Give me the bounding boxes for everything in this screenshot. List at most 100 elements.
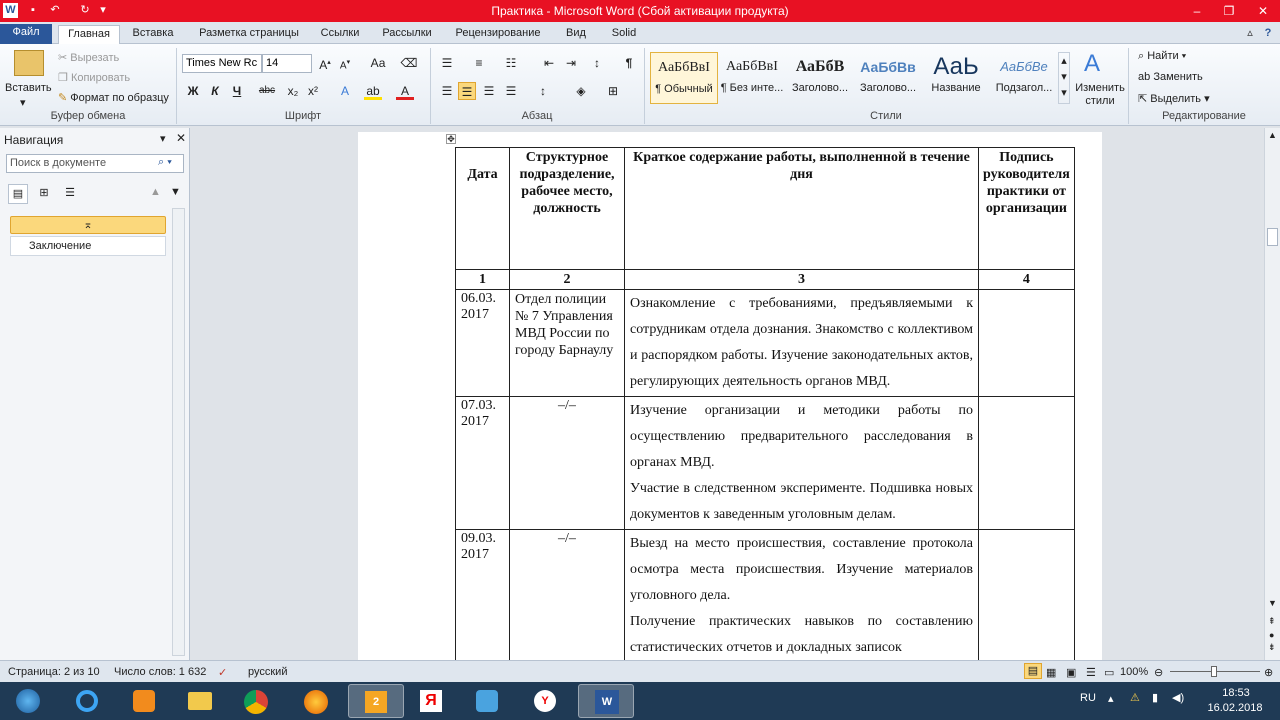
align-right-icon[interactable]: ☰ [480,82,498,100]
zoom-slider-thumb[interactable] [1211,666,1217,677]
row-date[interactable]: 06.03. 2017 [455,289,510,397]
start-button[interactable] [4,684,52,718]
maximize-icon[interactable]: ❐ [1214,0,1244,22]
text-effects-icon[interactable]: A [336,82,354,100]
change-case-button[interactable]: Аа [366,54,390,72]
volume-icon[interactable]: ◀) [1172,691,1184,704]
tab-references[interactable]: Ссылки [314,25,366,44]
style-no-spacing[interactable]: АаБбВвI ¶ Без инте... [718,52,786,104]
italic-button[interactable]: К [206,82,224,100]
row-content[interactable]: Изучение организации и методики работы п… [624,396,979,530]
scroll-down-icon[interactable]: ▼ [1268,598,1277,608]
align-center-icon[interactable]: ☰ [458,82,476,100]
show-hidden-icons[interactable]: ▴ [1108,692,1114,705]
multilevel-list-icon[interactable]: ☷ [502,54,520,72]
search-icon[interactable]: ⌕ ▾ [158,156,172,169]
font-color-icon[interactable]: A [396,82,414,100]
yandex-icon[interactable]: Я [404,684,460,718]
tab-solid[interactable]: Solid [604,25,644,44]
change-styles-icon[interactable]: A [1084,50,1100,78]
previous-icon[interactable]: ▲ [150,186,161,198]
headings-view-icon[interactable]: ▤ [8,184,28,204]
document-scrollbar[interactable]: ▲ ▼ ⇞ ● ⇟ [1264,128,1280,660]
paste-button[interactable]: Вставить [5,82,52,94]
style-subtitle[interactable]: АаБбВе Подзагол... [990,52,1058,104]
proofing-icon[interactable]: ✓ [218,666,227,679]
table-row[interactable]: 06.03. 2017 Отдел полиции № 7 Управления… [455,289,1075,397]
decrease-indent-icon[interactable]: ⇤ [540,54,558,72]
close-icon[interactable]: ✕ [1248,0,1278,22]
browse-object-icon[interactable]: ● [1269,630,1274,640]
justify-icon[interactable]: ☰ [502,82,520,100]
find-button[interactable]: ⌕ Найти ▾ [1138,50,1186,63]
outline-icon[interactable]: ☰ [1086,666,1096,679]
numbering-icon[interactable]: ≡ [470,54,488,72]
tab-page-layout[interactable]: Разметка страницы [190,25,308,44]
paste-dropdown-icon[interactable]: ▾ [20,96,26,109]
clear-formatting-icon[interactable]: ⌫ [400,54,418,72]
highlight-icon[interactable]: ab [364,82,382,100]
page-count[interactable]: Страница: 2 из 10 [8,666,100,678]
increase-indent-icon[interactable]: ⇥ [562,54,580,72]
sort-icon[interactable]: ↕ [588,54,606,72]
row-unit[interactable]: –/– [509,529,625,660]
zoom-out-icon[interactable]: ⊖ [1154,666,1163,679]
table-row[interactable]: 07.03. 2017 –/– Изучение организации и м… [455,396,1075,530]
row-date[interactable]: 09.03. 2017 [455,529,510,660]
row-content[interactable]: Выезд на место происшествия, составление… [624,529,979,660]
font-name-input[interactable]: Times New Rc [182,54,262,73]
shading-icon[interactable]: ◈ [572,82,590,100]
subscript-icon[interactable]: x₂ [284,82,302,100]
notification-icon[interactable]: ⚠ [1130,691,1140,704]
scroll-up-icon[interactable]: ▲ [1268,130,1277,140]
tab-view[interactable]: Вид [558,25,594,44]
next-page-icon[interactable]: ⇟ [1268,642,1276,653]
tab-review[interactable]: Рецензирование [450,25,546,44]
borders-icon[interactable]: ⊞ [604,82,622,100]
style-normal[interactable]: АаБбВвI ¶ Обычный [650,52,718,104]
tab-file[interactable]: Файл [0,24,52,44]
replace-button[interactable]: ab Заменить [1138,71,1203,83]
paste-icon[interactable] [14,50,44,76]
zoom-level[interactable]: 100% [1120,666,1148,678]
line-spacing-icon[interactable]: ↕ [534,82,552,100]
format-painter-button[interactable]: ✎ Формат по образцу [58,91,169,104]
tab-home[interactable]: Главная [58,25,120,44]
tab-insert[interactable]: Вставка [124,25,182,44]
font-size-input[interactable]: 14 [262,54,312,73]
strikethrough-icon[interactable]: abc [258,82,276,100]
clock-date[interactable]: 16.02.2018 [1200,702,1270,714]
nav-options-icon[interactable]: ▾ [160,132,166,145]
style-heading-2[interactable]: АаБбВв Заголово... [854,52,922,104]
style-heading-1[interactable]: АаБбВ Заголово... [786,52,854,104]
change-styles-button[interactable]: Изменить стили [1074,82,1126,108]
row-signature[interactable] [978,529,1075,660]
network-icon[interactable]: ▮ [1152,691,1158,704]
zoom-in-icon[interactable]: ⊕ [1264,666,1273,679]
help-icon[interactable]: ? [1260,25,1276,44]
firefox-icon[interactable] [288,684,344,718]
align-left-icon[interactable]: ☰ [438,82,456,100]
word-helper-icon[interactable]: 2 [348,684,404,718]
language-indicator[interactable]: русский [248,666,287,678]
styles-scroll-icon[interactable]: ▴ ▾ ▾ [1058,52,1070,104]
web-layout-icon[interactable]: ▣ [1066,666,1076,679]
copy-button[interactable]: ❐ Копировать [58,71,130,84]
previous-page-icon[interactable]: ⇞ [1268,616,1276,627]
pilcrow-icon[interactable]: ¶ [620,54,638,72]
shrink-font-icon[interactable]: A▾ [336,54,354,72]
table-row[interactable]: 09.03. 2017 –/– Выезд на место происшест… [455,529,1075,660]
row-date[interactable]: 07.03. 2017 [455,396,510,530]
word-taskbar-icon[interactable]: W [578,684,634,718]
nav-scrollbar[interactable] [172,208,185,656]
row-signature[interactable] [978,396,1075,530]
tab-mailings[interactable]: Рассылки [374,25,440,44]
yandex-browser-icon[interactable]: Y [518,684,574,718]
pages-view-icon[interactable]: ⊞ [34,184,54,204]
file-explorer-icon[interactable] [172,684,228,718]
collapse-ribbon-icon[interactable]: ▵ [1242,25,1258,44]
draft-icon[interactable]: ▭ [1104,666,1114,679]
row-unit[interactable]: Отдел полиции № 7 Управления МВД России … [509,289,625,397]
audio-icon[interactable] [460,684,516,718]
minimize-icon[interactable]: – [1182,0,1212,22]
